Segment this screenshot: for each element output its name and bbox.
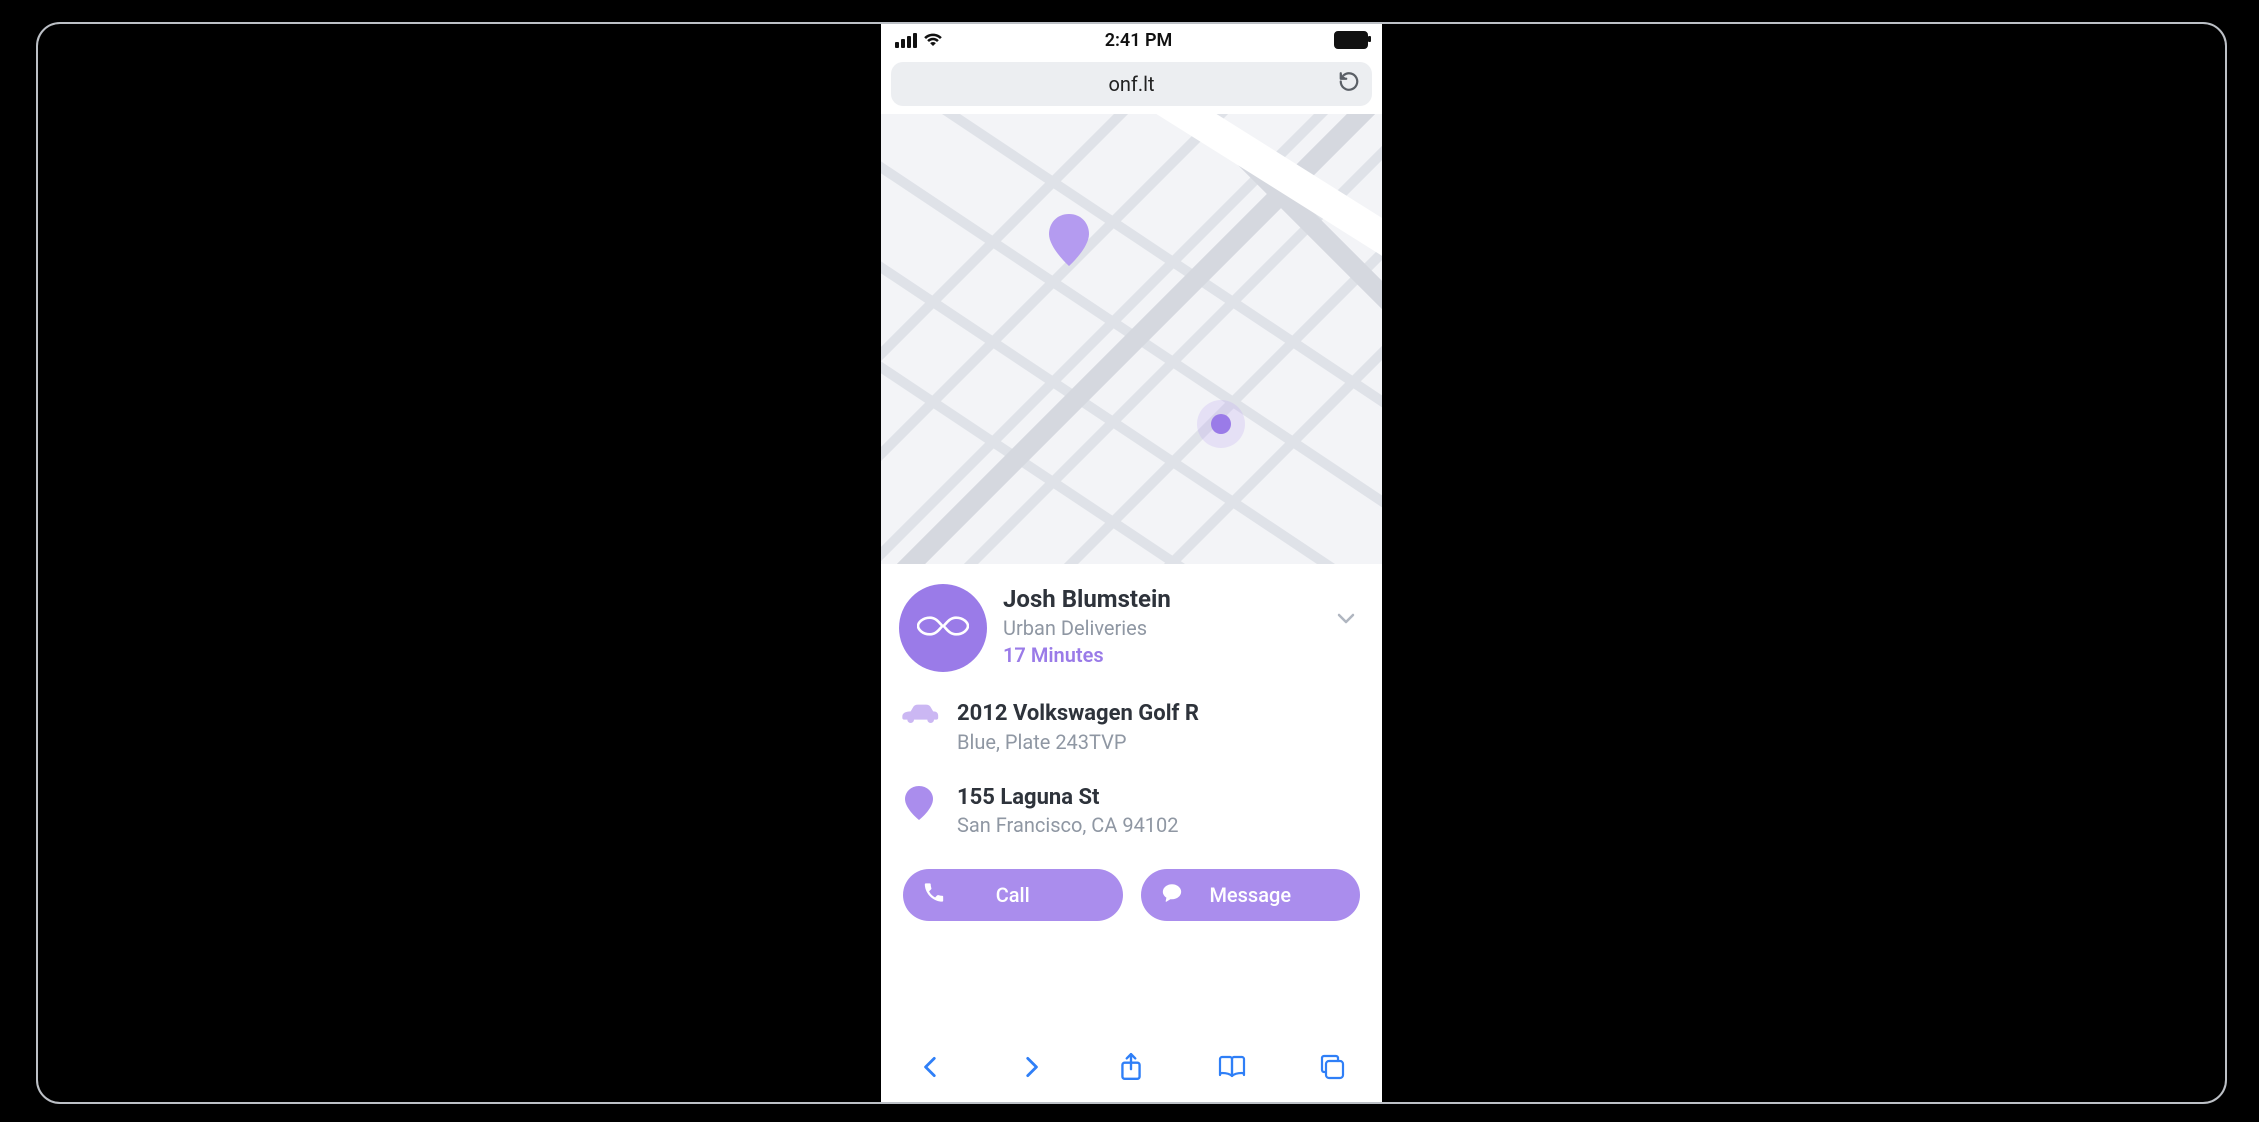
driver-avatar [899,584,987,672]
call-label: Call [996,883,1030,907]
phone-icon [923,882,945,909]
driver-header-row[interactable]: Josh Blumstein Urban Deliveries 17 Minut… [899,578,1364,672]
tracking-map[interactable] [881,114,1382,564]
toolbar-share-icon[interactable] [1111,1052,1151,1082]
driver-text: Josh Blumstein Urban Deliveries 17 Minut… [1003,584,1171,669]
driver-company: Urban Deliveries [1003,615,1171,642]
refresh-icon[interactable] [1338,71,1360,98]
safari-urlbar-wrap: onf.lt [881,56,1382,114]
statusbar-time: 2:41 PM [1105,30,1173,51]
cell-signal-icon [895,33,917,48]
url-text: onf.lt [1108,72,1154,96]
wifi-icon [923,33,943,47]
chevron-down-icon[interactable] [1334,606,1358,634]
stage: 2:41 PM onf.lt [0,0,2259,1122]
driver-info-card: Josh Blumstein Urban Deliveries 17 Minut… [881,564,1382,1032]
contact-actions: Call Message [899,845,1364,939]
battery-icon [1334,31,1368,49]
destination-row: 155 Laguna St San Francisco, CA 94102 [899,762,1364,840]
destination-text: 155 Laguna St San Francisco, CA 94102 [957,784,1179,840]
statusbar-left [895,33,943,48]
vehicle-title: 2012 Volkswagen Golf R [957,700,1199,729]
call-button[interactable]: Call [903,869,1123,921]
device-frame-panel: 2:41 PM onf.lt [36,22,2227,1104]
infinity-icon [917,612,969,644]
message-icon [1161,882,1183,909]
car-icon [899,700,939,724]
driver-location-dot [1197,400,1245,448]
safari-toolbar [881,1032,1382,1102]
toolbar-bookmarks-icon[interactable] [1212,1054,1252,1080]
pillar-left [38,24,881,1102]
toolbar-tabs-icon[interactable] [1312,1053,1352,1081]
destination-sub: San Francisco, CA 94102 [957,812,1179,839]
statusbar-right [1334,31,1368,49]
message-button[interactable]: Message [1141,869,1361,921]
toolbar-back-icon[interactable] [911,1053,951,1081]
vehicle-sub: Blue, Plate 243TVP [957,729,1199,756]
destination-title: 155 Laguna St [957,784,1179,813]
ios-status-bar: 2:41 PM [881,24,1382,56]
toolbar-forward-icon[interactable] [1011,1053,1051,1081]
driver-eta: 17 Minutes [1003,642,1171,669]
vehicle-row: 2012 Volkswagen Golf R Blue, Plate 243TV… [899,678,1364,756]
message-label: Message [1209,883,1291,907]
vehicle-text: 2012 Volkswagen Golf R Blue, Plate 243TV… [957,700,1199,756]
pillar-right [1382,24,2225,1102]
phone-screen: 2:41 PM onf.lt [881,24,1382,1102]
safari-url-bar[interactable]: onf.lt [891,62,1372,106]
pin-icon [899,784,939,820]
driver-name: Josh Blumstein [1003,584,1171,615]
